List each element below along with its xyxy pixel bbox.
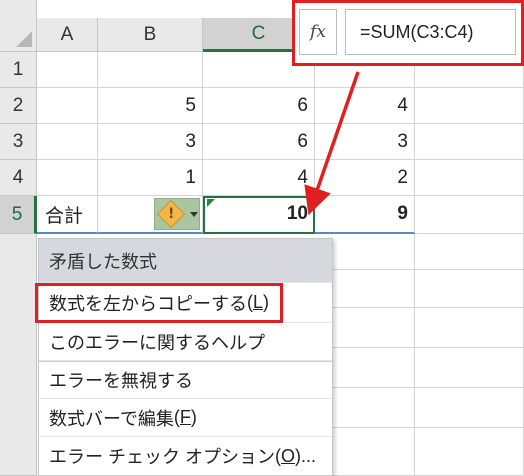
- menu-item-copy-formula-from-left[interactable]: 数式を左からコピーする(L): [35, 283, 332, 323]
- error-options-menu: 矛盾した数式 数式を左からコピーする(L) このエラーに関するヘルプ エラーを無…: [35, 238, 333, 476]
- menu-item-options-label: エラー チェック オプション: [49, 447, 276, 467]
- paren-close: ): [263, 292, 270, 312]
- menu-item-ignore-error[interactable]: エラーを無視する: [39, 361, 332, 399]
- paren-close: ): [190, 407, 197, 427]
- accelerator-key-l: L: [253, 292, 264, 312]
- menu-title: 矛盾した数式: [39, 239, 332, 283]
- accelerator-key-o: O: [281, 445, 296, 466]
- menu-item-edit-label: 数式バーで編集: [49, 408, 174, 429]
- ellipsis: ...: [301, 445, 317, 466]
- menu-item-error-help[interactable]: このエラーに関するヘルプ: [39, 323, 332, 361]
- paren-open: (: [247, 292, 253, 312]
- menu-item-edit-in-formula-bar[interactable]: 数式バーで編集(F): [39, 399, 332, 437]
- menu-item-copy-formula-label: 数式を左からコピーする: [49, 293, 247, 314]
- accelerator-key-f: F: [179, 407, 191, 427]
- menu-item-error-checking-options[interactable]: エラー チェック オプション(O)...: [39, 437, 332, 475]
